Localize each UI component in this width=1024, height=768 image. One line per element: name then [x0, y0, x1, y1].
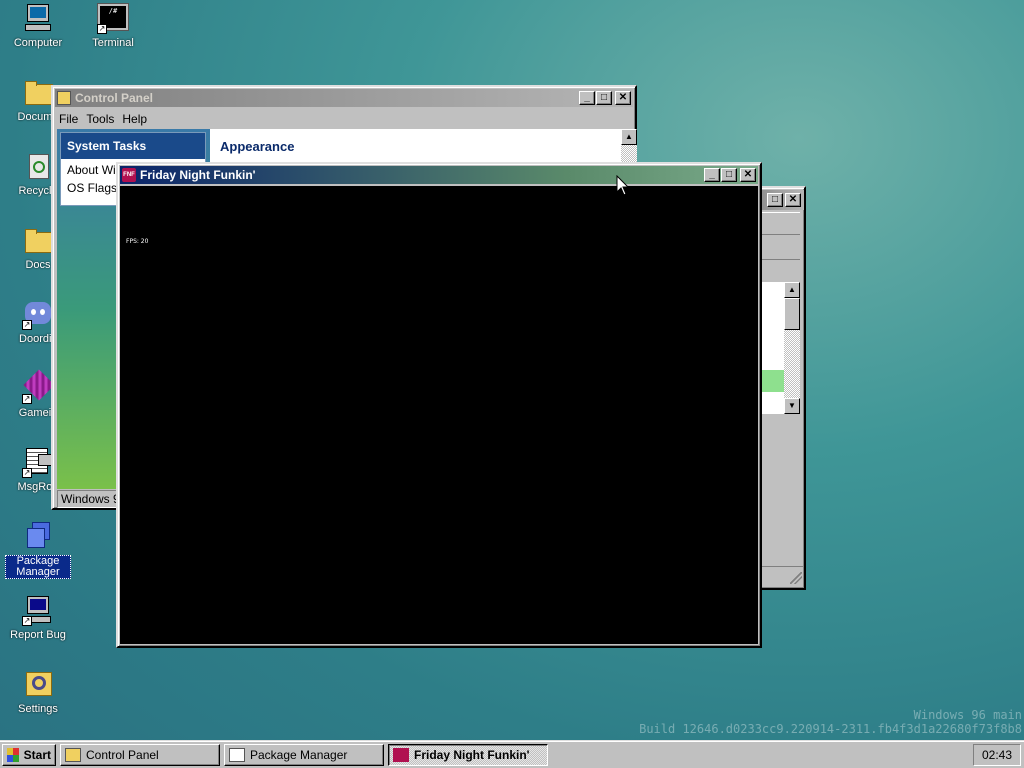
menu-file[interactable]: File: [57, 112, 84, 126]
maximize-button[interactable]: □: [767, 193, 783, 207]
scroll-up-button[interactable]: ▲: [784, 282, 800, 298]
package-manager-icon: [22, 520, 54, 552]
package-toolbar: [762, 212, 800, 260]
folder-icon: [22, 224, 54, 256]
system-tray-clock[interactable]: 02:43: [973, 744, 1021, 766]
report-bug-icon: ↗: [22, 594, 54, 626]
taskbar: Start Control Panel Package Manager Frid…: [0, 740, 1024, 768]
close-button[interactable]: ✕: [785, 193, 801, 207]
package-list-scrollbar[interactable]: ▲ ▼: [784, 282, 800, 414]
fnf-titlebar[interactable]: FNF Friday Night Funkin' _ □ ✕: [120, 166, 758, 184]
folder-documents-icon: [22, 76, 54, 108]
maximize-button[interactable]: □: [596, 91, 612, 105]
control-panel-icon: [65, 747, 81, 762]
terminal-icon: /# ↗: [97, 2, 129, 34]
resize-grip-icon[interactable]: [790, 572, 802, 584]
control-panel-scrollbar[interactable]: ▲: [621, 129, 637, 165]
control-panel-menubar: File Tools Help: [53, 109, 635, 129]
control-panel-titlebar[interactable]: Control Panel _ □ ✕: [55, 89, 633, 107]
game-canvas[interactable]: FPS: 20: [120, 186, 758, 644]
menu-help[interactable]: Help: [120, 112, 153, 126]
minimize-button[interactable]: _: [704, 168, 720, 182]
settings-icon: [22, 668, 54, 700]
computer-icon: [22, 2, 54, 34]
desktop-icon-computer[interactable]: Computer: [0, 2, 76, 49]
control-panel-icon: [57, 91, 71, 105]
desktop-icon-package-manager[interactable]: Package Manager: [0, 520, 76, 579]
appearance-title: Appearance: [220, 139, 295, 154]
appearance-panel: Appearance: [210, 129, 621, 165]
fnf-app-icon: FNF: [122, 168, 136, 182]
desktop-icon-terminal[interactable]: /# ↗ Terminal: [75, 2, 151, 49]
package-statusbar: [762, 566, 804, 586]
scroll-up-button[interactable]: ▲: [621, 129, 637, 145]
taskbar-item-fnf[interactable]: Friday Night Funkin': [388, 743, 548, 766]
chat-app-icon: ↗: [22, 298, 54, 330]
desktop-icon-report-bug[interactable]: ↗ Report Bug: [0, 594, 76, 641]
recycle-bin-icon: [22, 150, 54, 182]
start-button[interactable]: Start: [2, 743, 56, 766]
fnf-app-icon: [393, 747, 409, 762]
scroll-thumb[interactable]: [784, 298, 800, 330]
game-icon: ↗: [22, 369, 55, 404]
start-logo-icon: [7, 747, 19, 762]
scroll-down-button[interactable]: ▼: [784, 398, 800, 414]
mouse-cursor-icon: [616, 174, 630, 200]
close-button[interactable]: ✕: [740, 168, 756, 182]
fnf-game-window[interactable]: FNF Friday Night Funkin' _ □ ✕ FPS: 20: [116, 162, 762, 648]
maximize-button[interactable]: □: [721, 168, 737, 182]
taskbar-item-package-manager[interactable]: Package Manager: [224, 743, 384, 766]
menu-tools[interactable]: Tools: [84, 112, 120, 126]
desktop-icon-settings[interactable]: Settings: [0, 668, 76, 715]
close-button[interactable]: ✕: [615, 91, 631, 105]
minimize-button[interactable]: _: [579, 91, 595, 105]
package-manager-icon: [229, 747, 245, 762]
build-watermark: Windows 96 main Build 12646.d0233cc9.220…: [639, 708, 1022, 736]
taskbar-item-control-panel[interactable]: Control Panel: [60, 743, 220, 766]
system-tasks-header: System Tasks: [61, 133, 205, 159]
package-list: [762, 282, 784, 414]
fps-counter: FPS: 20: [126, 238, 149, 245]
package-list-selected-row[interactable]: [762, 370, 784, 392]
message-room-icon: ↗: [22, 446, 54, 478]
